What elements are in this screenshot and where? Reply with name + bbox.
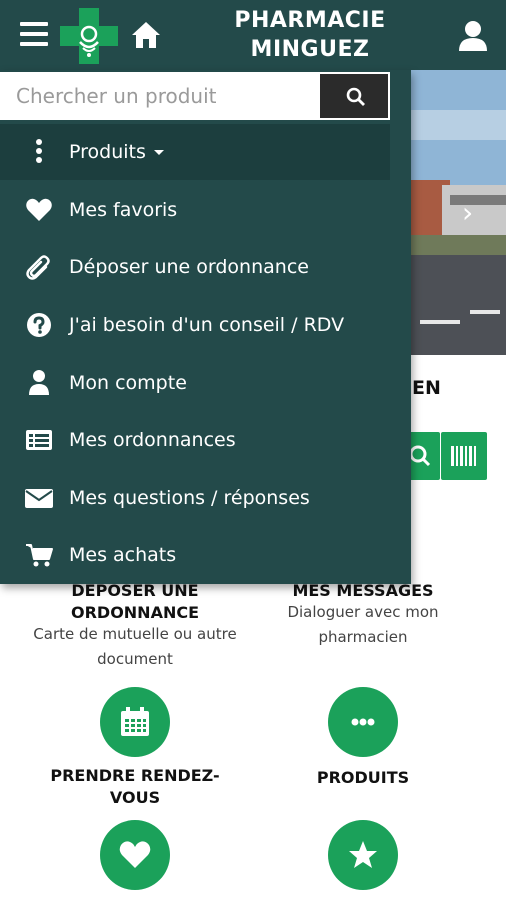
menu-item-account[interactable]: Mon compte xyxy=(0,355,390,411)
menu-item-label: Produits xyxy=(69,139,164,165)
tile-messages-subtitle: Dialoguer avec mon pharmacien xyxy=(258,600,468,650)
search-icon xyxy=(346,87,365,106)
appointment-button[interactable] xyxy=(100,687,170,757)
app-header: PHARMACIE MINGUEZ xyxy=(0,0,506,70)
tile-title-line: VOUS xyxy=(109,788,161,807)
tile-deposit-prescription-title[interactable]: DEPOSER UNE ORDONNANCE xyxy=(20,580,250,624)
menu-item-products[interactable]: Produits xyxy=(0,124,390,180)
product-search-input[interactable] xyxy=(0,72,318,120)
menu-item-purchases[interactable]: Mes achats xyxy=(0,527,390,583)
home-icon[interactable] xyxy=(130,20,162,50)
carousel-next-icon[interactable]: › xyxy=(462,198,473,228)
pharmacy-title: PHARMACIE MINGUEZ xyxy=(220,6,400,64)
envelope-icon xyxy=(25,489,53,508)
calendar-icon xyxy=(121,707,149,736)
list-icon xyxy=(26,430,52,450)
user-icon xyxy=(29,370,49,395)
tile-subtitle-line: Carte de mutuelle ou autre xyxy=(33,625,237,643)
question-circle-icon xyxy=(27,313,51,337)
barcode-scan-button[interactable] xyxy=(441,432,487,480)
title-line-2: MINGUEZ xyxy=(250,37,370,62)
tile-deposit-prescription-subtitle: Carte de mutuelle ou autre document xyxy=(10,622,260,672)
search-button[interactable] xyxy=(318,72,390,120)
navigation-drawer: Produits Mes favoris Déposer une ordonna… xyxy=(0,70,411,584)
tile-subtitle-line: pharmacien xyxy=(318,628,408,646)
tile-subtitle-line: document xyxy=(97,650,173,668)
menu-item-advice[interactable]: J'ai besoin d'un conseil / RDV xyxy=(0,297,390,353)
menu-item-label: Déposer une ordonnance xyxy=(69,256,309,278)
tile-title-line: ORDONNANCE xyxy=(70,603,200,622)
tile-products-title[interactable]: PRODUITS xyxy=(258,767,468,789)
tile-appointment-title[interactable]: PRENDRE RENDEZ- VOUS xyxy=(20,765,250,809)
heart-icon xyxy=(119,841,151,868)
barcode-icon xyxy=(451,446,476,466)
products-label: Produits xyxy=(69,141,146,163)
product-search-bar xyxy=(0,70,411,124)
heart-icon xyxy=(26,198,52,221)
vertical-ellipsis-icon xyxy=(36,139,42,163)
menu-item-label: Mes achats xyxy=(69,544,177,566)
menu-item-label: Mon compte xyxy=(69,372,187,394)
caret-down-icon xyxy=(153,150,164,155)
cart-icon xyxy=(26,544,53,567)
menu-item-questions[interactable]: Mes questions / réponses xyxy=(0,470,390,526)
favorites-button[interactable] xyxy=(100,820,170,890)
section-heading-fragment: EN xyxy=(412,377,441,399)
tile-title-line: PRODUITS xyxy=(316,768,410,787)
pharmacy-cross-logo xyxy=(60,8,118,64)
hamburger-menu-icon[interactable] xyxy=(20,22,48,46)
menu-item-favorites[interactable]: Mes favoris xyxy=(0,182,390,238)
account-icon[interactable] xyxy=(458,20,488,52)
star-icon xyxy=(349,841,377,868)
menu-item-label: J'ai besoin d'un conseil / RDV xyxy=(69,314,345,336)
title-line-1: PHARMACIE xyxy=(234,8,386,33)
menu-item-label: Mes ordonnances xyxy=(69,429,236,451)
products-button[interactable] xyxy=(328,687,398,757)
menu-item-label: Mes questions / réponses xyxy=(69,487,310,509)
menu-item-label: Mes favoris xyxy=(69,199,178,221)
paperclip-icon xyxy=(26,255,50,280)
rating-button[interactable] xyxy=(328,820,398,890)
menu-item-deposit-prescription[interactable]: Déposer une ordonnance xyxy=(0,239,390,295)
more-dots-icon xyxy=(351,718,375,726)
tile-title-line: PRENDRE RENDEZ- xyxy=(50,766,220,785)
hero-carousel-image xyxy=(410,70,506,355)
tile-subtitle-line: Dialoguer avec mon xyxy=(287,603,439,621)
menu-item-prescriptions[interactable]: Mes ordonnances xyxy=(0,412,390,468)
